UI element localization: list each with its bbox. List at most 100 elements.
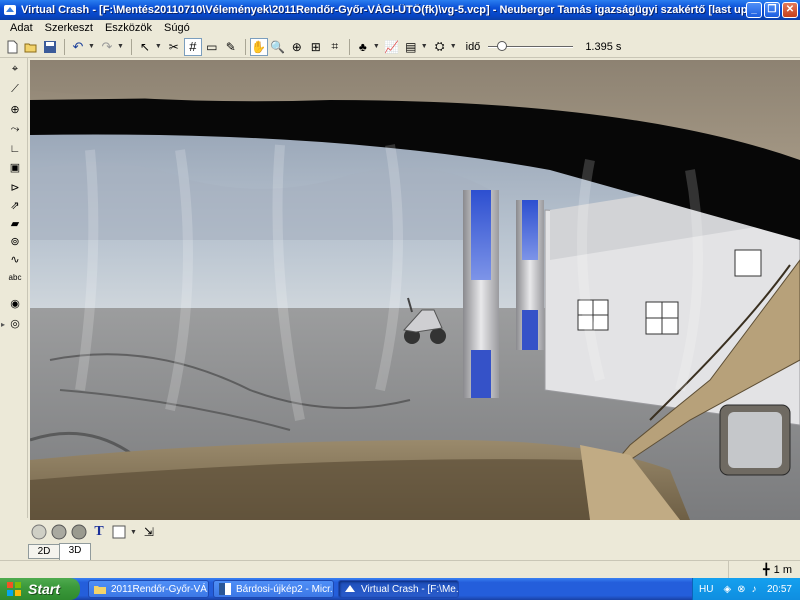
cut-tool-button[interactable]: ✂ <box>165 38 183 56</box>
menu-item-adat[interactable]: Adat <box>4 22 39 34</box>
zoom-extents-icon: ⊞ <box>310 39 321 54</box>
redo-button[interactable]: ↷ <box>98 38 116 56</box>
volume-icon[interactable]: ♪ <box>752 584 757 595</box>
chart-icon: 📈 <box>384 39 400 54</box>
open-folder-icon <box>24 43 37 52</box>
close-button[interactable]: ✕ <box>782 2 798 18</box>
open-button[interactable] <box>22 38 40 56</box>
ruler-tool[interactable]: ▰ <box>6 214 24 232</box>
sphere-smooth-icon <box>51 524 67 540</box>
render-toolbar: T ▼ ⇲ <box>28 521 800 543</box>
report-button[interactable]: ▤ <box>402 38 420 56</box>
folder-icon <box>94 586 106 594</box>
taskbar-item-word[interactable]: Bárdosi-újkép2 - Micr... <box>213 580 334 598</box>
sphere-tool-1[interactable]: ◉ <box>6 294 24 312</box>
zoom-icon: 🔍 <box>270 39 286 54</box>
zoom-window-button[interactable]: ⊕ <box>288 38 306 56</box>
pencil-icon: ✎ <box>225 39 236 54</box>
target-tool[interactable]: ⊕ <box>6 100 24 118</box>
measure-tool[interactable]: ⟋ <box>6 80 24 98</box>
crosshair-icon: ⌖ <box>11 62 19 75</box>
task-label: Virtual Crash - [F:\Me... <box>361 583 459 595</box>
taskbar-item-virtual-crash[interactable]: Virtual Crash - [F:\Me... <box>338 580 459 598</box>
word-document-icon <box>219 583 231 595</box>
start-label: Start <box>28 581 60 597</box>
report-dropdown-icon[interactable]: ▼ <box>421 43 428 50</box>
render-button[interactable]: ⛭ <box>431 38 449 56</box>
export-icon: ⇲ <box>143 525 154 539</box>
text-label-tool[interactable]: abc <box>6 268 24 286</box>
menu-item-eszkozok[interactable]: Eszközök <box>99 22 158 34</box>
undo-dropdown-icon[interactable]: ▼ <box>88 43 95 50</box>
undo-button[interactable]: ↶ <box>69 38 87 56</box>
menu-item-szerkeszt[interactable]: Szerkeszt <box>39 22 99 34</box>
time-slider[interactable] <box>488 39 574 55</box>
sphere-icon: ◉ <box>10 297 20 310</box>
skid-icon: ⤳ <box>10 122 20 135</box>
sphere-textured-icon <box>71 524 87 540</box>
start-button[interactable]: Start <box>0 578 80 600</box>
pointer-icon: ↖ <box>139 39 150 54</box>
hand-tool-button[interactable]: ✋ <box>249 37 268 56</box>
redo-icon: ↷ <box>101 38 113 54</box>
film-tool[interactable]: ⊚ <box>6 232 24 250</box>
select-tool-button[interactable]: ↖ <box>136 38 154 56</box>
film-icon: ⊚ <box>10 235 20 248</box>
shading-flat-button[interactable] <box>30 523 48 541</box>
path-tool[interactable]: ∿ <box>6 250 24 268</box>
3d-viewport[interactable] <box>30 60 800 520</box>
maximize-button[interactable]: ❐ <box>764 2 780 18</box>
select-dropdown-icon[interactable]: ▼ <box>155 43 162 50</box>
angle-tool[interactable]: ∟ <box>6 140 24 158</box>
shading-textured-button[interactable] <box>70 523 88 541</box>
save-icon <box>44 40 56 53</box>
image-icon: ▣ <box>9 161 21 174</box>
redo-dropdown-icon[interactable]: ▼ <box>117 43 124 50</box>
shading-smooth-button[interactable] <box>50 523 68 541</box>
color-dropdown-icon[interactable]: ▼ <box>130 529 137 536</box>
render-dropdown-icon[interactable]: ▼ <box>450 43 457 50</box>
text-tool-button[interactable]: T <box>90 523 108 541</box>
new-button[interactable] <box>3 38 21 56</box>
fit-view-button[interactable]: ⌗ <box>326 38 344 56</box>
tab-2d[interactable]: 2D <box>28 544 60 559</box>
antivirus-icon[interactable]: ⊗ <box>737 584 745 595</box>
taskbar: Start 2011Rendőr-Győr-VÁ... Bárdosi-újké… <box>0 578 800 600</box>
color-button[interactable] <box>110 523 128 541</box>
image-tool[interactable]: ▣ <box>6 158 24 176</box>
sphere-tool-2[interactable]: ◎ <box>6 314 24 332</box>
road-tool[interactable]: ⇗ <box>6 196 24 214</box>
title-bar[interactable]: Virtual Crash - [F:\Mentés20110710\Vélem… <box>0 0 800 20</box>
save-button[interactable] <box>41 38 59 56</box>
scissor-pointer-icon: ✂ <box>168 39 179 54</box>
export-button[interactable]: ⇲ <box>140 523 158 541</box>
chart-button[interactable]: 📈 <box>383 38 401 56</box>
scale-value: 1 m <box>773 563 792 576</box>
zoom-tool-button[interactable]: 🔍 <box>269 38 287 56</box>
network-icon[interactable]: ◈ <box>723 584 731 595</box>
objects-dropdown-icon[interactable]: ▼ <box>373 43 380 50</box>
toolbar-expand-icon[interactable]: ▸ <box>1 320 5 329</box>
window-title: Virtual Crash - [F:\Mentés20110710\Vélem… <box>21 4 751 16</box>
hand-icon: ✋ <box>251 39 267 54</box>
tab-3d[interactable]: 3D <box>59 543 91 560</box>
objects-button[interactable]: ♣ <box>354 38 372 56</box>
fit-view-icon: ⌗ <box>331 39 339 53</box>
menu-item-sugo[interactable]: Súgó <box>158 22 196 34</box>
vector-tool[interactable]: ⊳ <box>6 178 24 196</box>
language-indicator[interactable]: HU <box>699 584 713 595</box>
windows-flag-icon <box>7 582 21 596</box>
zoom-extents-button[interactable]: ⊞ <box>307 38 325 56</box>
virtual-crash-icon <box>345 585 355 592</box>
draw-tool-button[interactable]: ✎ <box>222 38 240 56</box>
skid-tool[interactable]: ⤳ <box>6 120 24 138</box>
grid-tool-button[interactable]: # <box>183 37 202 56</box>
comment-tool-button[interactable]: ▭ <box>203 38 221 56</box>
undo-icon: ↶ <box>72 38 84 54</box>
close-icon: ✕ <box>785 4 795 15</box>
minimize-button[interactable]: _ <box>746 2 762 18</box>
time-slider-thumb[interactable] <box>497 40 508 51</box>
crosshair-tool[interactable]: ⌖ <box>6 60 24 78</box>
road-icon: ⇗ <box>10 199 20 212</box>
taskbar-item-folder[interactable]: 2011Rendőr-Győr-VÁ... <box>88 580 209 598</box>
